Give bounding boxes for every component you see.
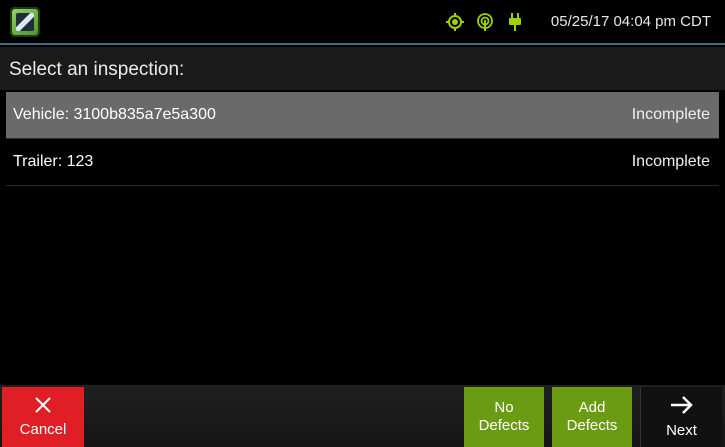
arrow-right-icon <box>670 396 693 414</box>
add-defects-button[interactable]: Add Defects <box>552 387 632 447</box>
next-label: Next <box>666 422 697 439</box>
cancel-button[interactable]: Cancel <box>2 387 84 447</box>
inspection-name: Vehicle: 3100b835a7e5a300 <box>13 106 216 123</box>
add-defects-label-line2: Defects <box>566 417 618 434</box>
action-bar: Cancel No Defects Add Defects Next <box>0 385 725 447</box>
inspection-status: Incomplete <box>631 153 710 170</box>
page-title: Select an inspection: <box>0 47 725 90</box>
inspection-status: Incomplete <box>631 106 710 123</box>
status-icons <box>445 12 525 32</box>
status-datetime: 05/25/17 04:04 pm CDT <box>550 13 711 30</box>
inspection-list: Vehicle: 3100b835a7e5a300 Incomplete Tra… <box>6 92 719 374</box>
inspection-row-trailer[interactable]: Trailer: 123 Incomplete <box>6 139 719 186</box>
status-bar: 05/25/17 04:04 pm CDT <box>0 0 725 45</box>
wireless-icon <box>477 13 493 31</box>
cancel-label: Cancel <box>19 421 67 438</box>
page-title-text: Select an inspection: <box>9 59 185 80</box>
no-defects-button[interactable]: No Defects <box>464 387 544 447</box>
gps-icon <box>446 13 464 31</box>
plug-power-icon <box>509 13 521 31</box>
inspection-row-vehicle[interactable]: Vehicle: 3100b835a7e5a300 Incomplete <box>6 92 719 139</box>
add-defects-label-line1: Add <box>578 399 606 416</box>
no-defects-label-line2: Defects <box>478 417 530 434</box>
no-defects-label-line1: No <box>494 399 514 416</box>
inspection-app-icon[interactable] <box>10 7 40 37</box>
x-icon <box>35 397 51 413</box>
next-button[interactable]: Next <box>640 387 722 447</box>
inspection-name: Trailer: 123 <box>13 153 94 170</box>
